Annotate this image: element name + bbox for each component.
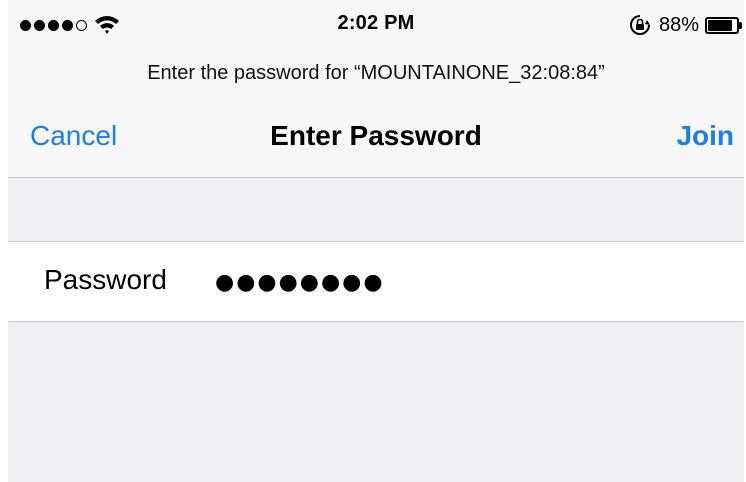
wifi-password-screen: 2:02 PM 88% Enter the password for “MOUN… [8, 0, 744, 482]
rotation-lock-icon [630, 15, 650, 35]
battery-tip [739, 21, 742, 29]
navigation-bar: Cancel Enter Password Join [8, 110, 744, 162]
status-bar: 2:02 PM 88% [8, 0, 744, 50]
page-title: Enter Password [270, 120, 482, 151]
status-right: 88% [629, 12, 744, 38]
cancel-button[interactable]: Cancel [30, 120, 117, 152]
password-label: Password [44, 264, 167, 295]
battery-icon [705, 16, 739, 34]
password-row: Password [8, 241, 744, 322]
battery-percent: 88% [658, 13, 699, 36]
password-prompt: Enter the password for “MOUNTAINONE_32:0… [147, 62, 605, 84]
header: 2:02 PM 88% Enter the password for “MOUN… [8, 0, 744, 178]
join-button[interactable]: Join [676, 120, 734, 152]
password-field[interactable] [215, 262, 635, 302]
battery-fill [708, 19, 733, 31]
